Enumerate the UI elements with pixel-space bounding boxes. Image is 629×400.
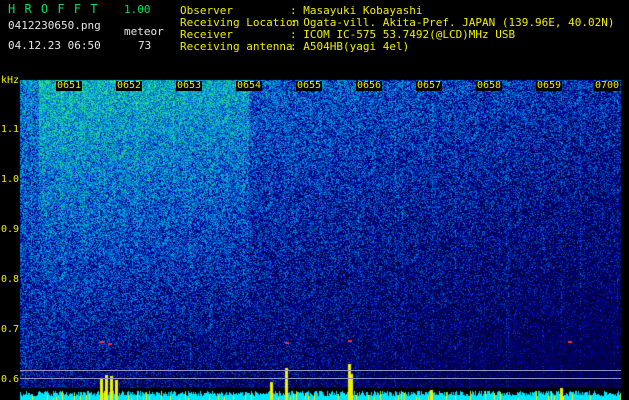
y-tick-1.1: 1.1: [1, 124, 20, 135]
spectrogram-display: [0, 0, 629, 400]
app-title: H R O F F T: [8, 2, 99, 16]
date-time: 04.12.23 06:50: [8, 39, 101, 52]
reference-line-upper: [20, 370, 621, 371]
mode-label: meteor: [124, 25, 164, 38]
file-name: 0412230650.png: [8, 19, 101, 32]
frequency-unit: kHz: [1, 75, 20, 86]
time-tick-0655: 0655: [296, 80, 323, 91]
y-tick-0.8: 0.8: [1, 274, 20, 285]
time-tick-0657: 0657: [416, 80, 443, 91]
app-version: 1.00: [124, 3, 151, 16]
y-tick-1.0: 1.0: [1, 174, 20, 185]
reference-line-lower: [20, 378, 621, 379]
time-tick-0653: 0653: [176, 80, 203, 91]
time-tick-0700: 0700: [594, 80, 621, 91]
time-tick-0652: 0652: [116, 80, 143, 91]
time-tick-0656: 0656: [356, 80, 383, 91]
antenna-value: : A504HB(yagi 4el): [290, 40, 410, 53]
time-tick-0651: 0651: [56, 80, 83, 91]
meteor-count: 73: [138, 39, 152, 52]
antenna-label: Receiving antenna: [180, 40, 293, 53]
time-tick-0654: 0654: [236, 80, 263, 91]
y-tick-0.6: 0.6: [1, 374, 20, 385]
y-tick-0.7: 0.7: [1, 324, 20, 335]
y-tick-0.9: 0.9: [1, 224, 20, 235]
time-tick-0659: 0659: [536, 80, 563, 91]
time-tick-0658: 0658: [476, 80, 503, 91]
